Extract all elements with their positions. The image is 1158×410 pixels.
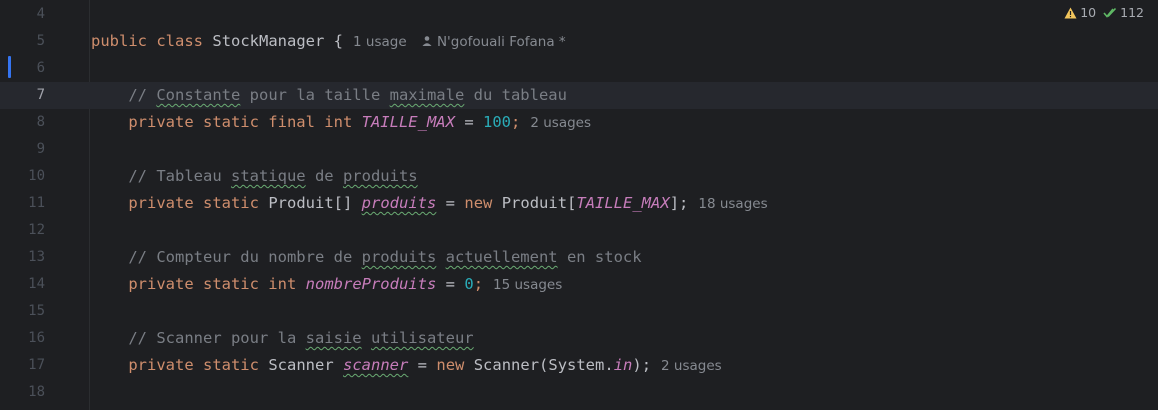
code-line[interactable]: 16 // Scanner pour la saisie utilisateur bbox=[0, 325, 1158, 352]
line-number: 9 bbox=[36, 141, 45, 157]
author-hint[interactable]: N'gofouali Fofana * bbox=[421, 34, 566, 50]
code-line[interactable]: 14 private static int nombreProduits = 0… bbox=[0, 271, 1158, 298]
line-number: 16 bbox=[28, 330, 45, 346]
code-comment: // Scanner pour la saisie utilisateur bbox=[128, 329, 474, 347]
field-declaration: private static Scanner scanner = new Sca… bbox=[128, 356, 722, 374]
line-number: 10 bbox=[28, 168, 45, 184]
line-number: 7 bbox=[36, 87, 45, 103]
code-line[interactable]: 18 bbox=[0, 379, 1158, 406]
field-declaration: private static Produit[] produits = new … bbox=[128, 194, 768, 212]
code-comment: // Compteur du nombre de produits actuel… bbox=[128, 248, 642, 266]
usage-hint[interactable]: 15 usages bbox=[493, 277, 562, 293]
code-comment: // Constante pour la taille maximale du … bbox=[128, 86, 567, 104]
code-line[interactable]: 9 bbox=[0, 136, 1158, 163]
class-declaration: public class StockManager {1 usage N'gof… bbox=[91, 32, 566, 50]
code-line-current[interactable]: 7 // Constante pour la taille maximale d… bbox=[0, 82, 1158, 109]
person-icon bbox=[422, 36, 432, 46]
code-line[interactable]: 5 public class StockManager {1 usage N'g… bbox=[0, 28, 1158, 55]
code-line[interactable]: 15 bbox=[0, 298, 1158, 325]
code-line[interactable]: 17 private static Scanner scanner = new … bbox=[0, 352, 1158, 379]
usage-hint[interactable]: 18 usages bbox=[698, 196, 767, 212]
line-number: 4 bbox=[36, 6, 45, 22]
usage-hint[interactable]: 2 usages bbox=[530, 115, 591, 131]
line-number: 6 bbox=[36, 60, 45, 76]
code-line[interactable]: 13 // Compteur du nombre de produits act… bbox=[0, 244, 1158, 271]
line-number: 15 bbox=[28, 303, 45, 319]
code-line[interactable]: 11 private static Produit[] produits = n… bbox=[0, 190, 1158, 217]
line-number: 13 bbox=[28, 249, 45, 265]
field-declaration: private static final int TAILLE_MAX = 10… bbox=[128, 113, 591, 131]
code-line[interactable]: 8 private static final int TAILLE_MAX = … bbox=[0, 109, 1158, 136]
line-number: 18 bbox=[28, 384, 45, 400]
code-comment: // Tableau statique de produits bbox=[128, 167, 418, 185]
code-line[interactable]: 6 bbox=[0, 55, 1158, 82]
line-number: 5 bbox=[36, 33, 45, 49]
usage-hint[interactable]: 1 usage bbox=[353, 34, 407, 50]
usage-hint[interactable]: 2 usages bbox=[661, 358, 722, 374]
line-number: 11 bbox=[28, 195, 45, 211]
code-line[interactable]: 10 // Tableau statique de produits bbox=[0, 163, 1158, 190]
field-declaration: private static int nombreProduits = 0; 15… bbox=[128, 275, 563, 293]
line-number: 8 bbox=[36, 114, 45, 130]
line-number: 17 bbox=[28, 357, 45, 373]
line-number: 12 bbox=[28, 222, 45, 238]
code-line[interactable]: 4 bbox=[0, 1, 1158, 28]
code-line[interactable]: 12 bbox=[0, 217, 1158, 244]
line-number: 14 bbox=[28, 276, 45, 292]
